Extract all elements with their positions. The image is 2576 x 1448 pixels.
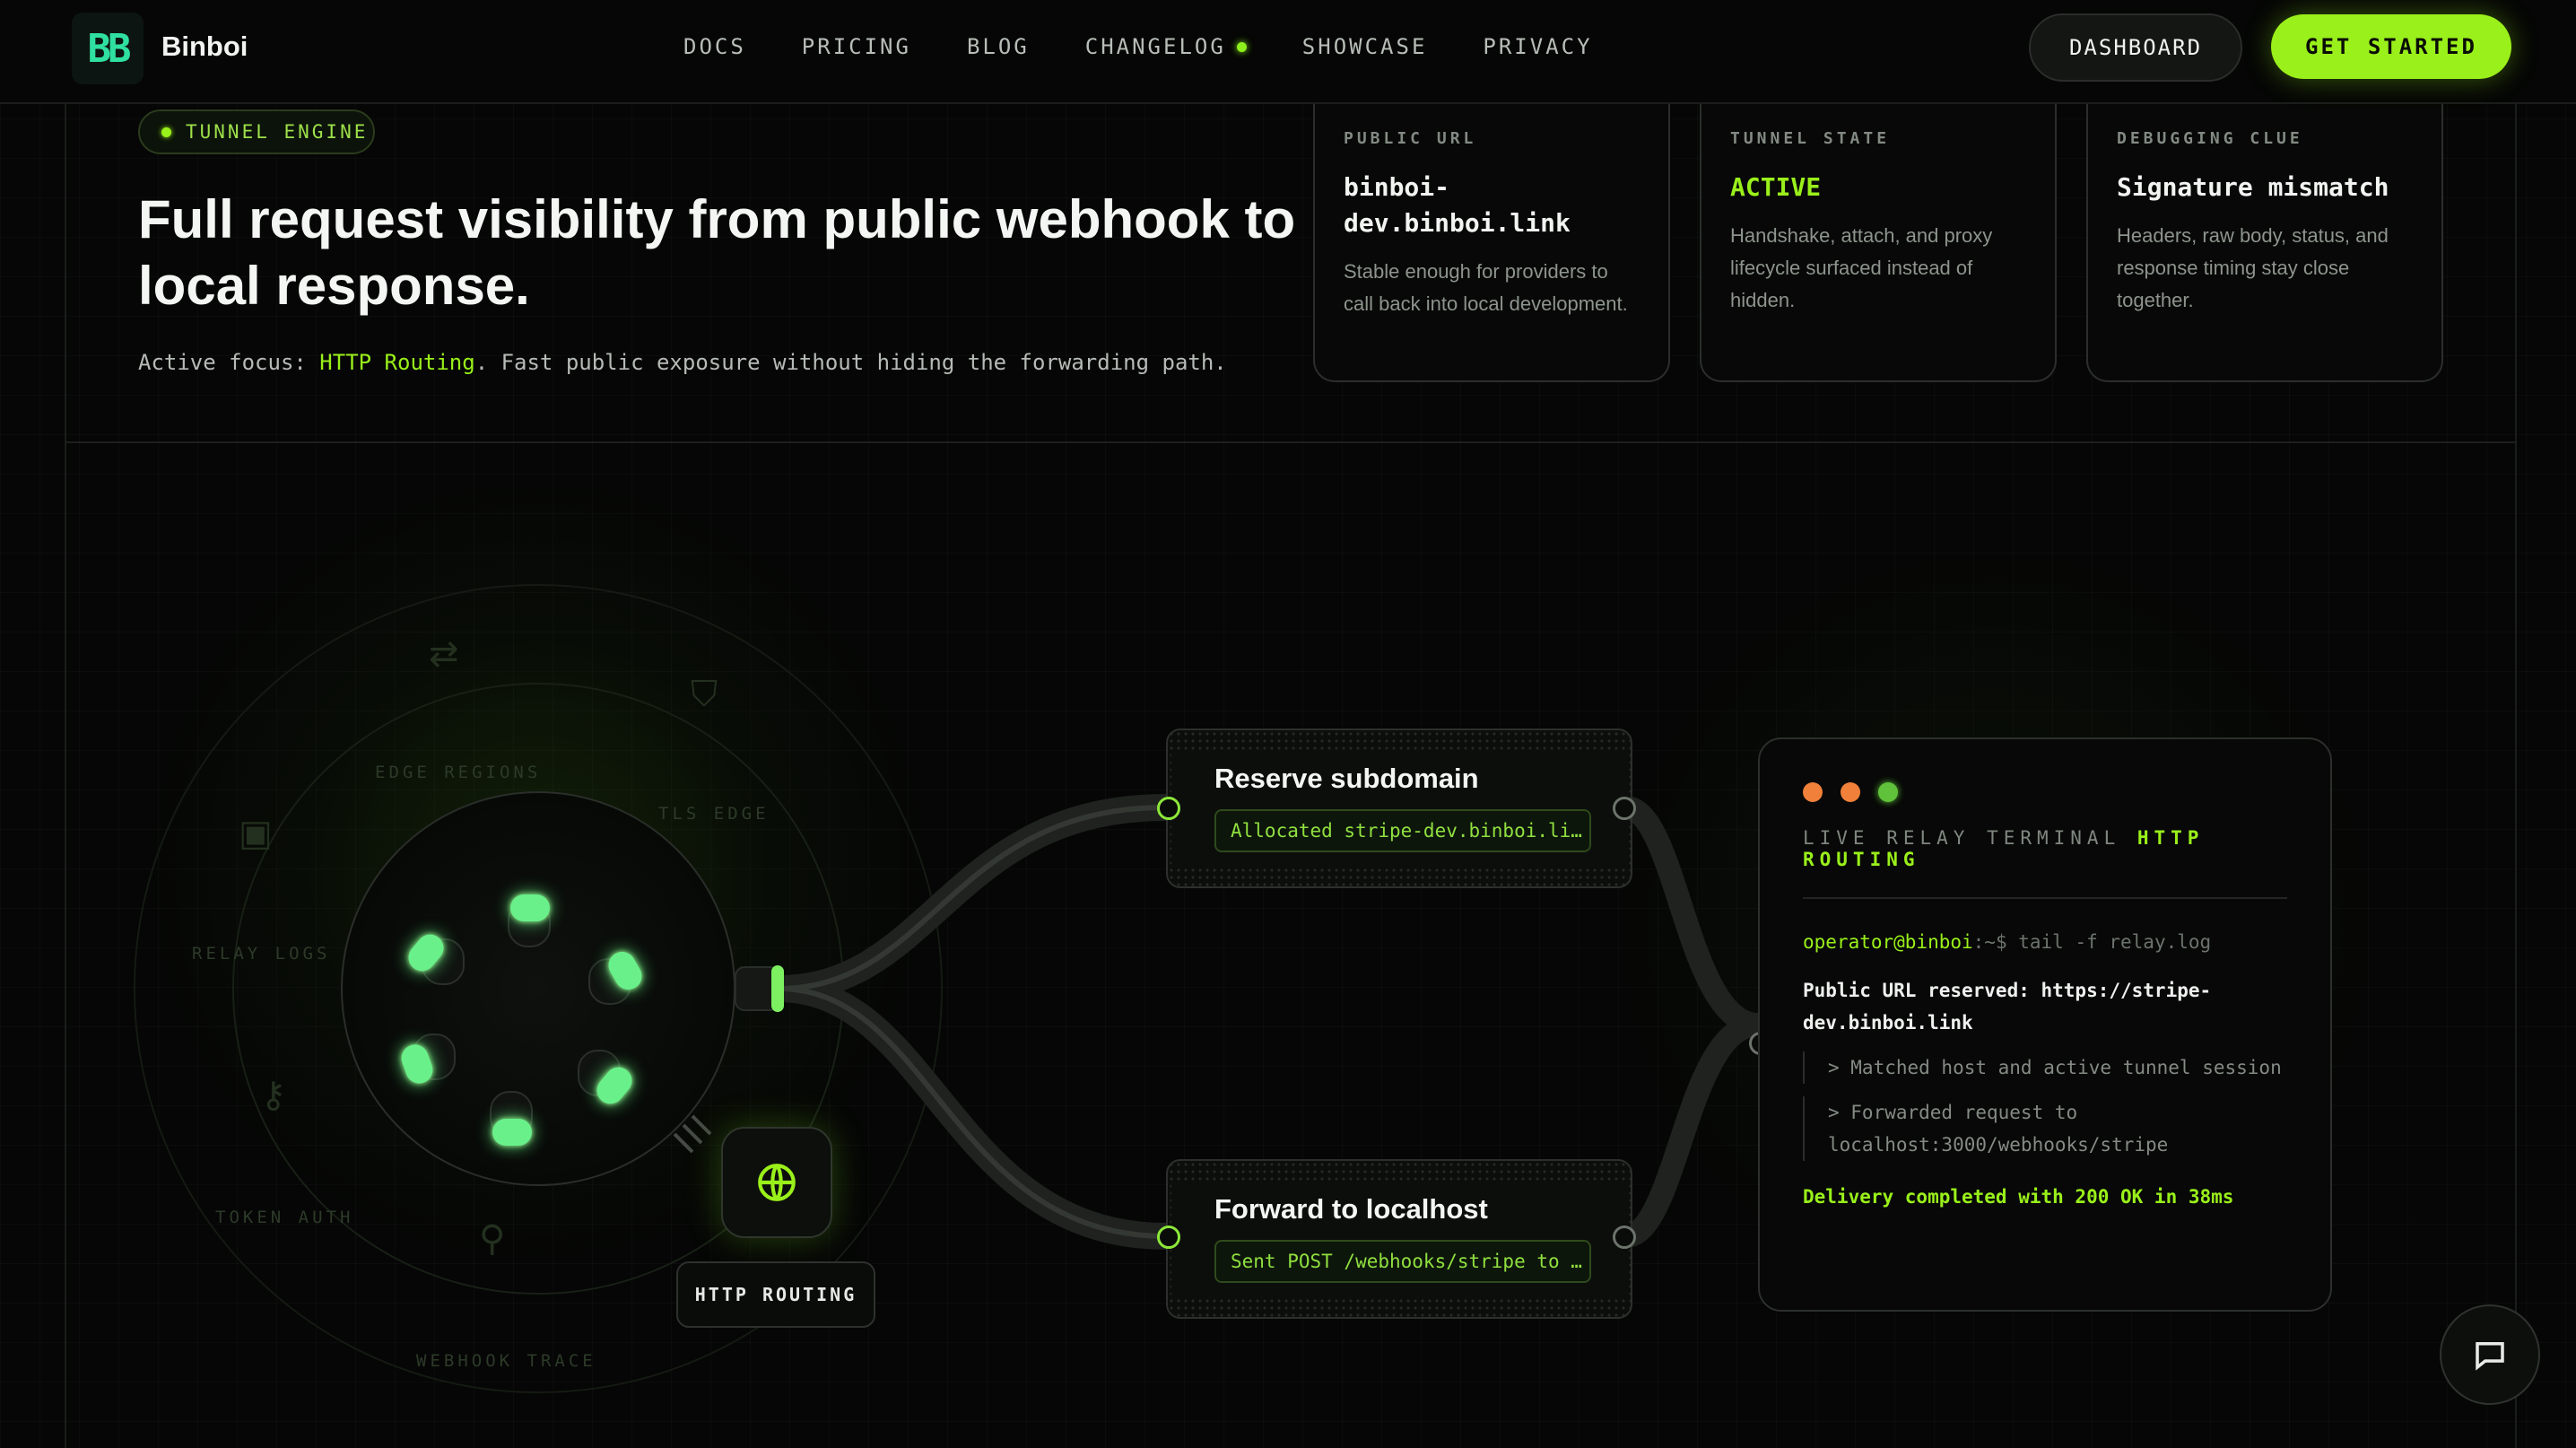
cable-highlight-reserve [778,805,1167,991]
cable-to-forward [765,975,1179,1250]
hub-light [492,1119,532,1146]
cable-to-reserve [765,794,1179,1002]
terminal-command: :~$ tail -f relay.log [1972,931,2212,953]
chat-button[interactable] [2440,1304,2540,1405]
terminal-line-matched: > Matched host and active tunnel session [1803,1051,2287,1084]
flow-card-body: Forward to localhost Sent POST /webhooks… [1171,1181,1627,1295]
window-dot-icon [1803,782,1823,802]
terminal-line-reserved: Public URL reserved: https://stripe-dev.… [1803,980,2212,1034]
nav-link-changelog[interactable]: CHANGELOG [1085,34,1247,59]
relay-terminal: LIVE RELAY TERMINAL HTTP ROUTING operato… [1758,737,2332,1312]
hub-light [510,894,550,921]
hub-connector-light [771,965,784,1012]
ring-label-webhook-trace: WEBHOOK TRACE [416,1351,596,1371]
cable-forward-terminal [1614,1013,1770,1248]
ring-label-relay-logs: RELAY LOGS [192,944,331,964]
input-port [1157,1226,1180,1249]
top-nav: BB Binboi DOCS PRICING BLOG CHANGELOG SH… [0,0,2576,104]
reserve-subdomain-card[interactable]: Reserve subdomain Allocated stripe-dev.b… [1166,728,1632,888]
ring-label-token-auth: TOKEN AUTH [215,1208,354,1227]
flow-card-title: Forward to localhost [1214,1193,1488,1225]
input-port [1157,797,1180,820]
terminal-header-title: LIVE RELAY TERMINAL [1803,827,2121,849]
key-icon: ⚷ [260,1076,287,1115]
output-port [1613,1226,1636,1249]
terminal-line-forwarded: > Forwarded request to localhost:3000/we… [1803,1096,2287,1161]
output-port [1613,797,1636,820]
nav-link-showcase[interactable]: SHOWCASE [1302,34,1428,59]
terminal-header: LIVE RELAY TERMINAL HTTP ROUTING [1803,827,2287,899]
terminal-line-delivered: Delivery completed with 200 OK in 38ms [1803,1186,2234,1208]
terminal-user: operator@binboi [1803,931,1973,953]
shield-icon: ⛉ [691,675,718,714]
brand-name[interactable]: Binboi [161,31,248,63]
flow-card-status: Allocated stripe-dev.binboi.li… [1214,809,1591,852]
forward-localhost-card[interactable]: Forward to localhost Sent POST /webhooks… [1166,1159,1632,1319]
window-dot-icon [1878,782,1898,802]
relay-hub [341,791,735,1186]
flow-card-body: Reserve subdomain Allocated stripe-dev.b… [1171,750,1627,865]
dashboard-button[interactable]: DASHBOARD [2029,13,2242,82]
nav-links: DOCS PRICING BLOG CHANGELOG SHOWCASE PRI… [683,34,1649,59]
link-icon: ⇄ [429,634,459,674]
cable-reserve-terminal [1614,796,1770,1036]
chat-icon [2476,1342,2504,1371]
image-icon: ▣ [239,814,273,853]
webhook-icon: ⚲ [479,1219,506,1259]
get-started-button[interactable]: GET STARTED [2271,14,2511,79]
cable-highlight-forward [778,986,1167,1239]
nav-link-changelog-label: CHANGELOG [1084,34,1226,59]
logo-icon[interactable]: BB [72,13,144,84]
nav-link-privacy[interactable]: PRIVACY [1483,34,1592,59]
new-dot-icon [1236,41,1247,52]
ring-label-tls-edge: TLS EDGE [658,804,770,824]
window-controls [1803,782,2287,802]
http-routing-label: HTTP ROUTING [676,1261,875,1328]
nav-link-pricing[interactable]: PRICING [802,34,911,59]
flow-card-status: Sent POST /webhooks/stripe to … [1214,1240,1591,1283]
flow-card-title: Reserve subdomain [1214,763,1479,794]
window-dot-icon [1841,782,1860,802]
nav-link-blog[interactable]: BLOG [967,34,1030,59]
globe-icon [758,1164,796,1201]
terminal-prompt: operator@binboi:~$ tail -f relay.log [1803,926,2287,958]
ring-label-edge-regions: EDGE REGIONS [375,763,542,782]
http-routing-node[interactable] [721,1127,832,1238]
nav-link-docs[interactable]: DOCS [683,34,746,59]
